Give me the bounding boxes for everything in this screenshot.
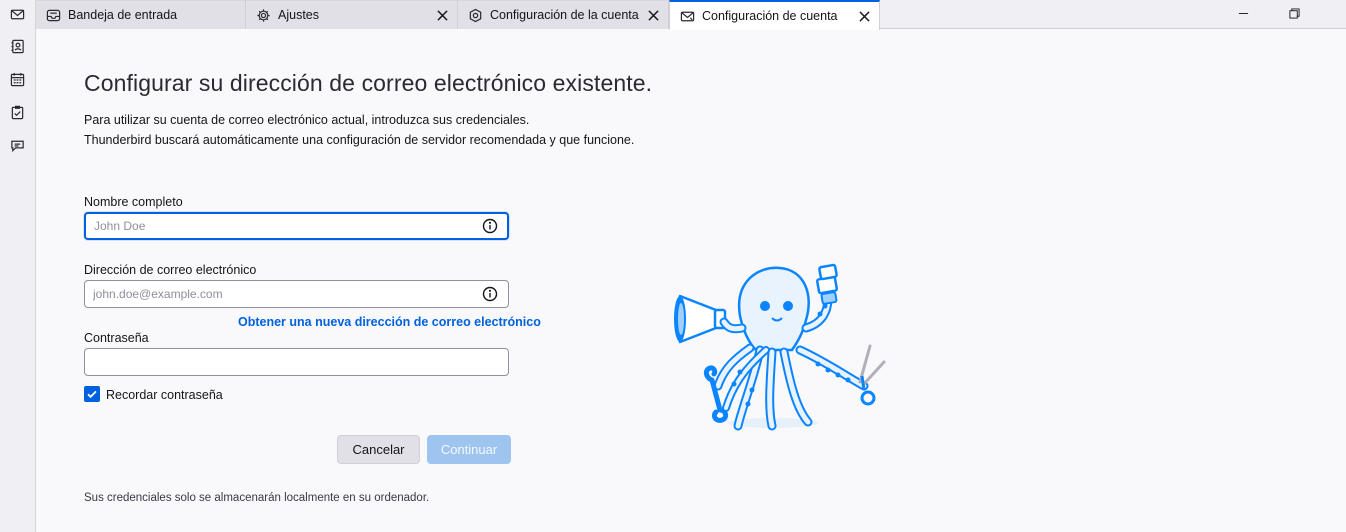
credentials-note: Sus credenciales solo se almacenarán loc… xyxy=(84,492,430,504)
cancel-button[interactable]: Cancelar xyxy=(337,435,420,464)
intro-line: Para utilizar su cuenta de correo electr… xyxy=(84,113,530,127)
address-book-icon xyxy=(10,39,25,59)
account-setup-panel: Configurar su dirección de correo electr… xyxy=(36,30,1346,532)
calendar-space-button[interactable] xyxy=(6,71,28,93)
checkmark-icon xyxy=(86,388,98,400)
minimize-button[interactable] xyxy=(1220,0,1266,29)
intro-text: Para utilizar su cuenta de correo electr… xyxy=(84,110,634,150)
email-input[interactable] xyxy=(84,280,509,308)
restore-button[interactable] xyxy=(1271,0,1317,29)
full-name-input[interactable] xyxy=(84,212,509,240)
mail-space-button[interactable] xyxy=(6,6,28,28)
tab-account-setup[interactable]: Configuración de cuenta xyxy=(669,0,880,30)
tab-settings[interactable]: Ajustes xyxy=(246,0,458,29)
close-icon[interactable] xyxy=(435,8,449,22)
scissors-icon xyxy=(858,344,886,406)
spaces-toolbar xyxy=(0,0,36,532)
plug-icon xyxy=(815,263,839,305)
password-label: Contraseña xyxy=(84,331,149,345)
calendar-icon xyxy=(10,72,25,92)
full-name-label: Nombre completo xyxy=(84,195,183,209)
tab-account-settings[interactable]: Configuración de la cuenta xyxy=(458,0,669,29)
info-icon[interactable] xyxy=(482,218,498,234)
password-input[interactable] xyxy=(84,348,509,376)
remember-password-label[interactable]: Recordar contraseña xyxy=(106,388,223,402)
tab-bar: Bandeja de entrada Ajustes Configuración… xyxy=(36,0,1346,30)
chat-space-button[interactable] xyxy=(6,137,28,159)
close-icon[interactable] xyxy=(646,8,660,22)
gear-icon xyxy=(256,8,271,23)
info-icon[interactable] xyxy=(482,286,498,302)
tab-label: Ajustes xyxy=(278,8,319,22)
tab-label: Configuración de la cuenta xyxy=(490,8,639,22)
chat-icon xyxy=(10,138,25,158)
megaphone-icon xyxy=(674,294,727,344)
close-icon[interactable] xyxy=(857,9,871,23)
page-title: Configurar su dirección de correo electr… xyxy=(84,70,653,96)
tasks-space-button[interactable] xyxy=(6,104,28,126)
account-settings-icon xyxy=(468,8,483,23)
tasks-icon xyxy=(10,105,25,125)
new-email-address-link[interactable]: Obtener una nueva dirección de correo el… xyxy=(238,315,541,329)
tab-label: Bandeja de entrada xyxy=(68,8,178,22)
tab-label: Configuración de cuenta xyxy=(702,9,838,23)
address-book-space-button[interactable] xyxy=(6,38,28,60)
mail-icon xyxy=(10,7,25,27)
email-label: Dirección de correo electrónico xyxy=(84,263,257,277)
inbox-icon xyxy=(46,8,61,23)
octopus-illustration xyxy=(674,263,886,431)
remember-password-checkbox[interactable] xyxy=(84,386,100,402)
envelope-setup-icon xyxy=(680,9,695,24)
continue-button[interactable]: Continuar xyxy=(427,435,511,464)
intro-line: Thunderbird buscará automáticamente una … xyxy=(84,133,635,147)
tab-inbox[interactable]: Bandeja de entrada xyxy=(36,0,246,29)
minimize-icon xyxy=(1238,6,1249,24)
restore-icon xyxy=(1288,6,1300,24)
